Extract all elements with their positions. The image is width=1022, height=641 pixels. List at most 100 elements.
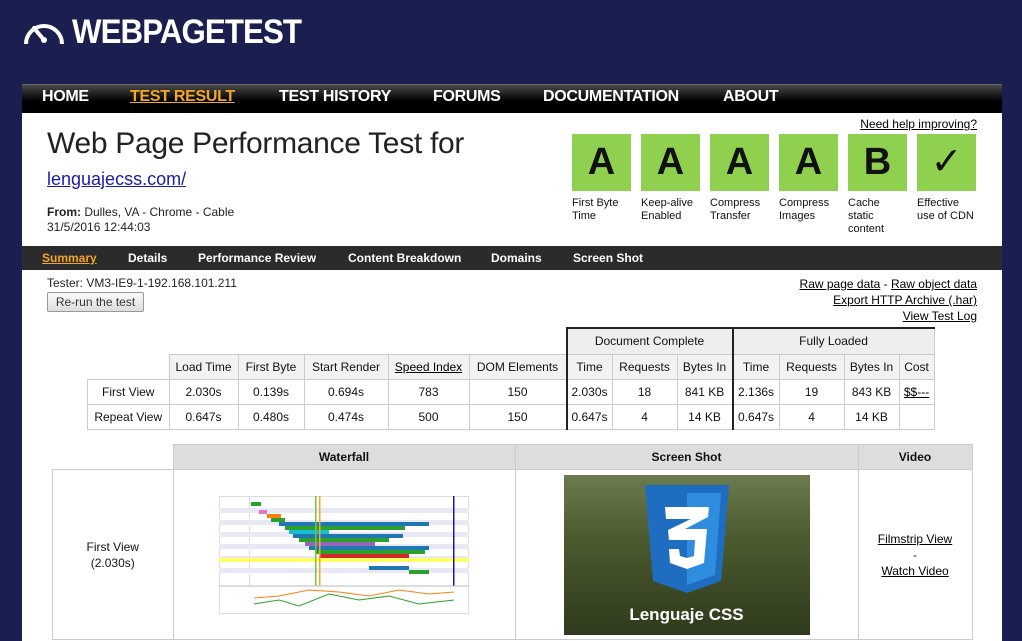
- col-dom-elements: DOM Elements: [468, 353, 567, 380]
- table-cell: 4: [611, 403, 678, 430]
- logo-text: WEBPAGETEST: [72, 12, 302, 51]
- table-cell: 14 KB: [843, 403, 900, 430]
- grade-value: A: [710, 134, 769, 191]
- nav-test-result[interactable]: TEST RESULT: [130, 88, 235, 106]
- table-row: Repeat View 0.647s 0.480s 0.474s 500 150…: [87, 403, 935, 430]
- raw-links: Raw page data - Raw object data Export H…: [799, 277, 977, 324]
- grade-cache-static[interactable]: B Cache static content: [848, 134, 908, 236]
- tab-screen-shot[interactable]: Screen Shot: [573, 251, 643, 265]
- link-separator: -: [913, 547, 917, 562]
- nav-forums[interactable]: FORUMS: [433, 88, 501, 106]
- tab-content-breakdown[interactable]: Content Breakdown: [348, 251, 461, 265]
- from-label: From:: [47, 205, 81, 219]
- video-header: Video: [857, 444, 973, 470]
- table-cell: 14 KB: [676, 403, 734, 430]
- raw-object-data-link[interactable]: Raw object data: [891, 277, 977, 291]
- main-nav: HOME TEST RESULT TEST HISTORY FORUMS DOC…: [22, 84, 1002, 114]
- col-doc-time: Time: [565, 353, 613, 380]
- nav-home[interactable]: HOME: [42, 88, 89, 106]
- cost-link[interactable]: $$---: [904, 385, 929, 399]
- table-cell: [898, 403, 935, 430]
- table-cell: 841 KB: [676, 378, 734, 405]
- col-start-render: Start Render: [303, 353, 389, 380]
- table-row: First View 2.030s 0.139s 0.694s 783 150 …: [87, 378, 935, 405]
- fully-loaded-header: Fully Loaded: [731, 327, 935, 355]
- tab-performance-review[interactable]: Performance Review: [198, 251, 316, 265]
- table-cell[interactable]: $$---: [898, 378, 935, 405]
- page-title: Web Page Performance Test for: [47, 127, 465, 160]
- col-doc-requests: Requests: [611, 353, 678, 380]
- view-test-log-link[interactable]: View Test Log: [800, 308, 977, 324]
- col-full-time: Time: [731, 353, 780, 380]
- video-cell: Filmstrip View - Watch Video: [857, 469, 973, 640]
- watch-video-link[interactable]: Watch Video: [881, 564, 948, 578]
- webpagetest-logo[interactable]: WEBPAGETEST: [22, 12, 321, 52]
- grade-compress-transfer[interactable]: A Compress Transfer: [710, 134, 770, 223]
- table-cell: 0.647s: [168, 403, 239, 430]
- grade-value: A: [641, 134, 700, 191]
- col-speed-index[interactable]: Speed Index: [387, 353, 470, 380]
- table-cell: 843 KB: [843, 378, 900, 405]
- table-cell: 4: [778, 403, 845, 430]
- col-doc-bytes: Bytes In: [676, 353, 734, 380]
- grade-first-byte[interactable]: A First Byte Time: [572, 134, 632, 223]
- table-cell: 500: [387, 403, 470, 430]
- grade-compress-images[interactable]: A Compress Images: [779, 134, 839, 223]
- waterfall-header: Waterfall: [172, 444, 516, 470]
- from-value: Dulles, VA - Chrome - Cable: [84, 205, 235, 219]
- col-full-bytes: Bytes In: [843, 353, 900, 380]
- media-table: Waterfall Screen Shot Video First View (…: [52, 444, 973, 640]
- col-load-time: Load Time: [168, 353, 239, 380]
- grade-label: Cache static content: [848, 197, 885, 235]
- grade-label: Compress Transfer: [710, 197, 761, 222]
- screenshot-caption: Lenguaje CSS: [629, 604, 744, 624]
- results-panel: Web Page Performance Test for lenguajecs…: [22, 113, 1002, 641]
- table-cell: 18: [611, 378, 678, 405]
- tested-url-link[interactable]: lenguajecss.com/: [47, 169, 186, 190]
- screenshot-cell[interactable]: Lenguaje CSS: [514, 469, 859, 640]
- col-full-requests: Requests: [778, 353, 845, 380]
- rerun-button[interactable]: Re-run the test: [47, 292, 144, 312]
- grade-keep-alive[interactable]: A Keep-alive Enabled: [641, 134, 701, 223]
- col-first-byte: First Byte: [237, 353, 305, 380]
- raw-page-data-link[interactable]: Raw page data: [800, 277, 881, 291]
- grade-label: First Byte Time: [572, 197, 619, 222]
- waterfall-cell[interactable]: [172, 469, 516, 640]
- grade-value: A: [572, 134, 631, 191]
- nav-about[interactable]: ABOUT: [723, 88, 779, 106]
- table-cell: 150: [468, 403, 567, 430]
- result-tabs: Summary Details Performance Review Conte…: [22, 246, 1002, 270]
- grade-label: Compress Images: [779, 197, 830, 222]
- tab-summary[interactable]: Summary: [42, 251, 97, 265]
- waterfall-thumbnail[interactable]: [219, 495, 469, 614]
- nav-test-history[interactable]: TEST HISTORY: [279, 88, 391, 106]
- tab-details[interactable]: Details: [128, 251, 167, 265]
- grade-label: Effective use of CDN: [917, 197, 974, 222]
- filmstrip-view-link[interactable]: Filmstrip View: [878, 532, 952, 546]
- tester-info: Tester: VM3-IE9-1-192.168.101.211: [47, 276, 237, 290]
- table-cell: 0.139s: [237, 378, 305, 405]
- media-view-time: (2.030s): [90, 555, 135, 570]
- export-har-link[interactable]: Export HTTP Archive (.har): [800, 292, 977, 308]
- screenshot-header: Screen Shot: [514, 444, 859, 470]
- results-table: Document Complete Fully Loaded Load Time…: [87, 327, 935, 430]
- tab-domains[interactable]: Domains: [491, 251, 542, 265]
- table-cell: 0.694s: [303, 378, 389, 405]
- table-cell: 0.480s: [237, 403, 305, 430]
- grade-cdn[interactable]: ✓ Effective use of CDN: [917, 134, 977, 223]
- test-location: From: Dulles, VA - Chrome - Cable 31/5/2…: [47, 205, 234, 235]
- document-complete-header: Document Complete: [565, 327, 734, 355]
- speed-index-link[interactable]: Speed Index: [395, 360, 462, 374]
- page-screenshot[interactable]: Lenguaje CSS: [563, 474, 810, 635]
- need-help-link[interactable]: Need help improving?: [860, 117, 977, 131]
- table-cell: 19: [778, 378, 845, 405]
- table-cell: 2.030s: [168, 378, 239, 405]
- media-view-label: First View: [86, 539, 139, 554]
- checkmark-icon: ✓: [917, 134, 976, 191]
- nav-documentation[interactable]: DOCUMENTATION: [543, 88, 679, 106]
- table-cell: 2.030s: [565, 378, 613, 405]
- table-cell: 0.647s: [565, 403, 613, 430]
- row-label: Repeat View: [87, 403, 170, 430]
- row-label: First View: [87, 378, 170, 405]
- table-cell: 783: [387, 378, 470, 405]
